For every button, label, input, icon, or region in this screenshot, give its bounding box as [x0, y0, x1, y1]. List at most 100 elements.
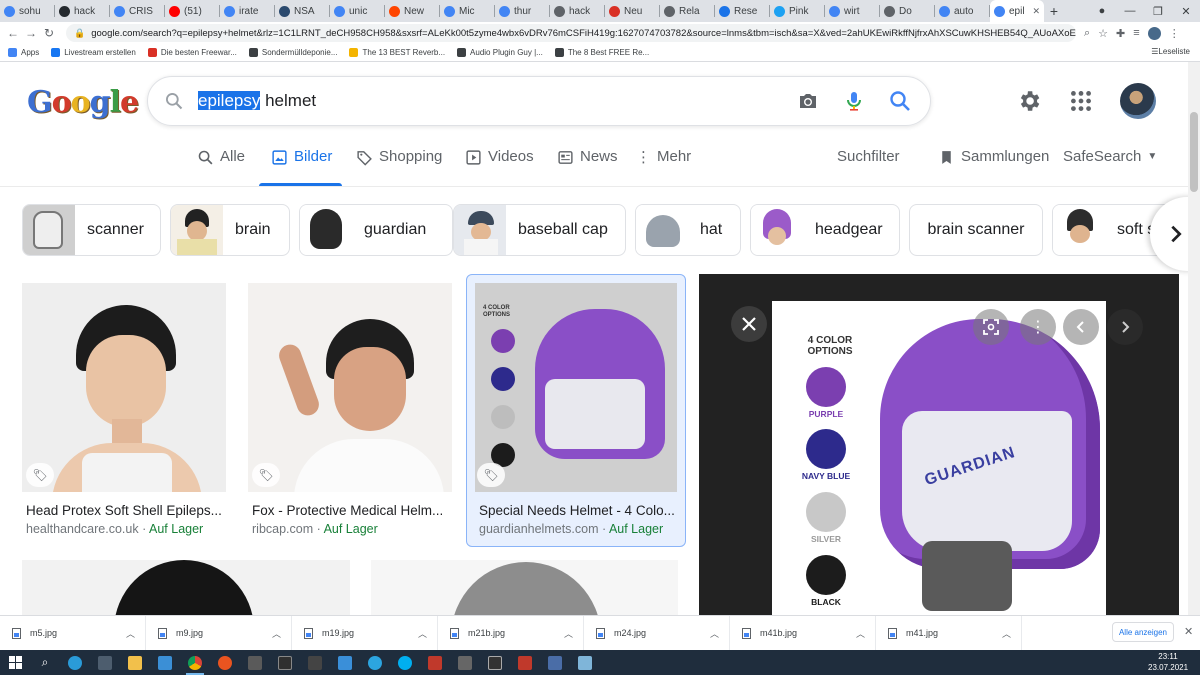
settings-gear-icon[interactable] — [1016, 88, 1042, 114]
collections-button[interactable]: Sammlungen — [938, 148, 1049, 186]
image-result-4[interactable] — [22, 560, 350, 615]
browser-tab-15[interactable]: Pink — [770, 0, 825, 22]
chip-brain-scanner[interactable]: brain scanner — [909, 204, 1043, 256]
url-field[interactable]: 🔒 google.com/search?q=epilepsy+helmet&rl… — [66, 24, 1076, 42]
profile-tab-icon[interactable]: ● — [1088, 5, 1116, 17]
app-icon-15[interactable] — [450, 650, 480, 675]
browser-tab-6[interactable]: NSA — [275, 0, 330, 22]
apps-grid-icon[interactable] — [1068, 88, 1094, 114]
minimize-button[interactable]: — — [1116, 5, 1144, 17]
lens-button[interactable] — [973, 309, 1009, 345]
new-tab-button[interactable]: + — [1044, 0, 1064, 22]
download-item[interactable]: m5.jpg ︿ — [0, 615, 146, 651]
bookmark-item[interactable]: Livestream erstellen — [51, 48, 136, 57]
explorer-icon[interactable] — [120, 650, 150, 675]
show-all-downloads-button[interactable]: Alle anzeigen — [1112, 622, 1174, 642]
mail-icon[interactable] — [150, 650, 180, 675]
menu-icon[interactable]: ⋮ — [1169, 27, 1180, 40]
browser-tab-4[interactable]: (51) — [165, 0, 220, 22]
result-image-black-helmet[interactable] — [22, 560, 350, 615]
image-result-3-selected[interactable]: 4 COLOR OPTIONS 🏷 Special Needs Helmet -… — [466, 274, 686, 547]
result-image-man-helmet[interactable]: 🏷 — [248, 283, 452, 492]
bookmark-item[interactable]: Audio Plugin Guy |... — [457, 48, 543, 57]
forward-button[interactable]: → — [22, 26, 40, 40]
task-view-icon[interactable] — [90, 650, 120, 675]
bookmark-item[interactable]: Apps — [8, 48, 39, 57]
chevron-up-icon[interactable]: ︿ — [1002, 627, 1011, 640]
browser-tab-5[interactable]: irate — [220, 0, 275, 22]
app-icon-14[interactable] — [420, 650, 450, 675]
camera-icon[interactable] — [796, 89, 820, 113]
chevron-up-icon[interactable]: ︿ — [564, 627, 573, 640]
chevron-up-icon[interactable]: ︿ — [418, 627, 427, 640]
tab-mehr[interactable]: ⋮ Mehr — [636, 148, 691, 186]
browser-tab-9[interactable]: Mic — [440, 0, 495, 22]
edge-icon[interactable] — [60, 650, 90, 675]
tab-shopping[interactable]: Shopping — [356, 148, 442, 186]
close-tab-icon[interactable]: ✕ — [1032, 6, 1040, 17]
browser-tab-19[interactable]: epil ✕ — [990, 0, 1044, 22]
maximize-button[interactable]: ❐ — [1144, 5, 1172, 18]
chip-scanner[interactable]: scanner — [22, 204, 161, 256]
browser-tab-12[interactable]: Neu — [605, 0, 660, 22]
bookmark-star-icon[interactable]: ☆ — [1098, 27, 1108, 40]
chip-brain[interactable]: brain — [170, 204, 290, 256]
ubuntu-icon[interactable] — [210, 650, 240, 675]
app-icon-8[interactable] — [240, 650, 270, 675]
app-icon-17[interactable] — [510, 650, 540, 675]
download-item[interactable]: m41b.jpg ︿ — [730, 615, 876, 651]
download-item[interactable]: m41.jpg ︿ — [876, 615, 1022, 651]
search-box[interactable]: epilepsy helmet — [147, 76, 931, 126]
app-icon-10[interactable] — [300, 650, 330, 675]
chip-guardian[interactable]: guardian — [299, 204, 453, 256]
tab-videos[interactable]: Videos — [465, 148, 534, 186]
reading-list-button[interactable]: ☰ Leseliste — [1151, 47, 1190, 56]
browser-tab-11[interactable]: hack — [550, 0, 605, 22]
download-item[interactable]: m9.jpg ︿ — [146, 615, 292, 651]
google-doodle-logo[interactable]: Google — [27, 84, 139, 120]
next-image-button[interactable] — [1107, 309, 1143, 345]
app-icon-9[interactable] — [270, 650, 300, 675]
taskbar-search-icon[interactable]: ⌕ — [30, 650, 60, 675]
result-title[interactable]: Head Protex Soft Shell Epileps... — [26, 503, 222, 518]
search-filter-button[interactable]: Suchfilter — [837, 148, 900, 186]
download-item[interactable]: m24.jpg ︿ — [584, 615, 730, 651]
skype-icon[interactable] — [390, 650, 420, 675]
browser-tab-16[interactable]: wirt — [825, 0, 880, 22]
profile-avatar[interactable] — [1147, 26, 1161, 40]
chip-baseball-cap[interactable]: baseball cap — [453, 204, 626, 256]
bookmarks-list-icon[interactable]: ≡ — [1133, 27, 1139, 39]
browser-tab-18[interactable]: auto — [935, 0, 990, 22]
chevron-up-icon[interactable]: ︿ — [272, 627, 281, 640]
download-item[interactable]: m21b.jpg ︿ — [438, 615, 584, 651]
app-icon-18[interactable] — [540, 650, 570, 675]
result-image-woman-helmet[interactable]: 🏷 — [22, 283, 226, 492]
previous-image-button[interactable] — [1063, 309, 1099, 345]
extensions-icon[interactable]: ✚ — [1116, 27, 1125, 40]
tab-alle[interactable]: Alle — [197, 148, 245, 186]
image-result-2[interactable]: 🏷 Fox - Protective Medical Helm... ribca… — [248, 283, 452, 545]
browser-tab-10[interactable]: thur — [495, 0, 550, 22]
chevron-up-icon[interactable]: ︿ — [126, 627, 135, 640]
browser-tab-13[interactable]: Rela — [660, 0, 715, 22]
close-downloads-icon[interactable]: ✕ — [1184, 625, 1193, 638]
app-icon-16[interactable] — [480, 650, 510, 675]
browser-tab-17[interactable]: Do — [880, 0, 935, 22]
search-submit-icon[interactable] — [888, 89, 912, 113]
search-lens-icon[interactable]: ⌕ — [1084, 27, 1090, 40]
account-avatar[interactable] — [1120, 83, 1156, 119]
image-result-5[interactable] — [371, 560, 678, 615]
bookmark-item[interactable]: Sondermülldeponie... — [248, 48, 337, 57]
result-title[interactable]: Fox - Protective Medical Helm... — [252, 503, 443, 518]
browser-tab-3[interactable]: CRIS — [110, 0, 165, 22]
result-title[interactable]: Special Needs Helmet - 4 Colo... — [479, 503, 675, 518]
tab-bilder[interactable]: Bilder — [259, 148, 342, 186]
microphone-icon[interactable] — [842, 89, 866, 113]
reload-button[interactable]: ↻ — [40, 26, 58, 40]
more-options-button[interactable]: ⋮ — [1020, 309, 1056, 345]
preview-image[interactable]: 4 COLOR OPTIONS PURPLE NAVY BLUE SILVER … — [772, 301, 1106, 616]
browser-tab-14[interactable]: Rese — [715, 0, 770, 22]
taskbar-clock[interactable]: 23:11 23.07.2021 — [1148, 651, 1188, 673]
page-scrollbar[interactable] — [1188, 62, 1200, 615]
chip-hat[interactable]: hat — [635, 204, 741, 256]
